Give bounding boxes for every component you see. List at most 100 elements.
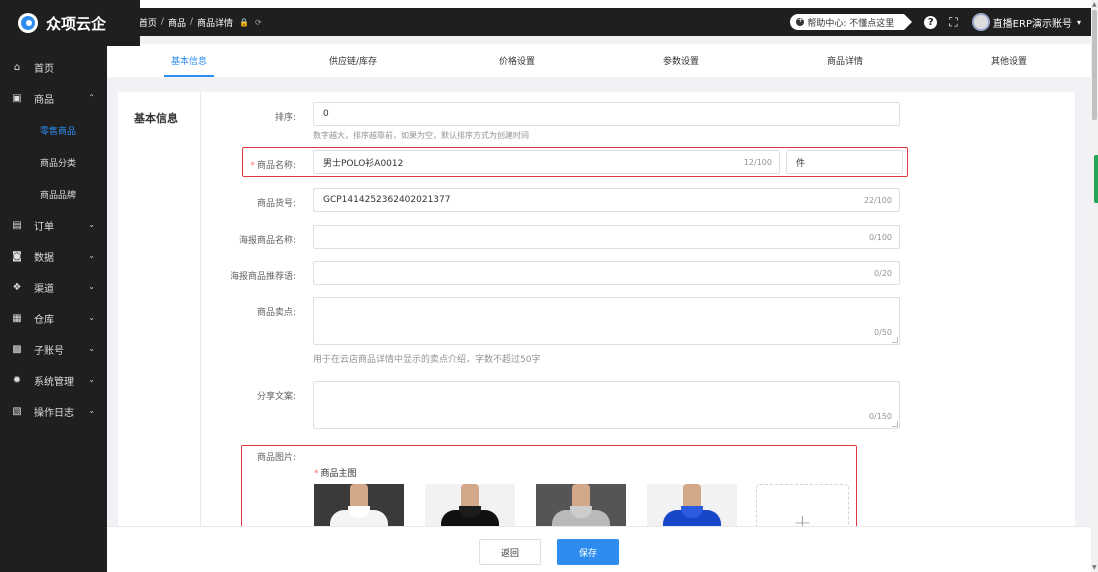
selling-point-hint: 用于在云店商品详情中显示的卖点介绍，字数不超过50字 (313, 355, 541, 365)
chevron-down-icon: ⌄ (88, 375, 95, 384)
save-button[interactable]: 保存 (557, 539, 619, 565)
scroll-thumb[interactable] (1092, 10, 1097, 120)
chevron-down-icon: ⌄ (88, 406, 95, 415)
poster-slogan-count: 0/20 (874, 269, 892, 278)
subaccount-icon: ▩ (12, 344, 22, 355)
share-text-label: 分享文案: (256, 392, 296, 402)
selling-point-label: 商品卖点: (256, 308, 296, 318)
selling-point-textarea[interactable]: 0/50 (313, 297, 900, 345)
question-icon[interactable]: ? (924, 15, 938, 29)
breadcrumb-goods[interactable]: 商品 (168, 16, 186, 29)
selling-point-row: 商品卖点: 0/50 用于在云店商品详情中显示的卖点介绍，字数不超过50字 (201, 297, 901, 367)
form-card: 基本信息 排序: 0 数字越大，排序越靠前，如果为空，默认排序方式为创建时间 *… (118, 92, 1075, 562)
tab-1[interactable]: 供应链/库存 (271, 44, 435, 77)
fullscreen-icon[interactable]: ⛶ (949, 15, 957, 30)
poster-name-label: 海报商品名称: (238, 236, 296, 246)
sidebar-item-3[interactable]: ◙ 数据 ⌄ (0, 241, 107, 272)
sku-row: 商品货号: GCP1414252362402021377 22/100 (201, 188, 901, 212)
poster-name-count: 0/100 (868, 233, 892, 242)
sort-value: 0 (323, 109, 329, 119)
sku-input[interactable]: GCP1414252362402021377 22/100 (313, 188, 900, 212)
caret-down-icon[interactable]: ▾ (1077, 18, 1081, 27)
tab-4[interactable]: 商品详情 (763, 44, 927, 77)
sidebar-subitem-2[interactable]: 商品品牌 (0, 178, 107, 210)
breadcrumb-separator: / (189, 17, 193, 27)
poster-slogan-row: 海报商品推荐语: 0/20 (201, 261, 901, 285)
sidebar-subitem-1[interactable]: 商品分类 (0, 146, 107, 178)
share-text-row: 分享文案: 0/150 (201, 381, 901, 429)
chevron-down-icon: ⌄ (88, 282, 95, 291)
poster-name-input[interactable]: 0/100 (313, 225, 900, 249)
sort-input[interactable]: 0 (313, 102, 900, 126)
refresh-icon[interactable]: ⟳ (255, 18, 262, 27)
brand-name: 众项云企 (46, 14, 107, 33)
footer-bar: 返回 保存 (107, 526, 1091, 572)
sidebar-item-label: 子账号 (34, 346, 64, 357)
data-icon: ◙ (12, 251, 22, 262)
sidebar-item-1[interactable]: ▣ 商品 ⌃ (0, 83, 107, 114)
tab-2[interactable]: 价格设置 (435, 44, 599, 77)
sidebar-item-7[interactable]: ✹ 系统管理 ⌄ (0, 365, 107, 396)
sort-row: 排序: 0 数字越大，排序越靠前，如果为空，默认排序方式为创建时间 (201, 102, 901, 142)
brand-logo-icon (18, 13, 38, 33)
sidebar-item-label: 订单 (34, 222, 54, 233)
sidebar-item-6[interactable]: ▩ 子账号 ⌄ (0, 334, 107, 365)
side-widget-tab[interactable] (1094, 155, 1098, 203)
share-text-textarea[interactable]: 0/150 (313, 381, 900, 429)
back-button[interactable]: 返回 (479, 539, 541, 565)
log-icon: ▧ (12, 406, 22, 417)
sku-count: 22/100 (863, 196, 892, 205)
help-icon (796, 15, 805, 26)
tab-3[interactable]: 参数设置 (599, 44, 763, 77)
sidebar-item-label: 渠道 (34, 284, 54, 295)
sidebar-item-label: 数据 (34, 253, 54, 264)
sidebar-item-label: 仓库 (34, 315, 54, 326)
scroll-down-icon[interactable]: ▼ (1092, 564, 1097, 571)
sidebar-item-8[interactable]: ▧ 操作日志 ⌄ (0, 396, 107, 427)
sidebar-item-2[interactable]: ▤ 订单 ⌄ (0, 210, 107, 241)
home-icon: ⌂ (13, 62, 21, 73)
tab-0[interactable]: 基本信息 (107, 44, 271, 77)
goods-icon: ▣ (12, 93, 22, 104)
sku-label: 商品货号: (256, 199, 296, 209)
order-icon: ▤ (12, 220, 22, 231)
avatar[interactable] (971, 13, 990, 31)
channel-icon: ❖ (12, 282, 22, 293)
sidebar-nav: ⌂ 首页 ▣ 商品 ⌃ 零售商品 商品分类 商品品牌 ▤ 订单 ⌄ ◙ 数据 ⌄ ❖ 渠道 ⌄ ▦ 仓库 ⌄ ▩ 子账号 ⌄… (0, 52, 107, 427)
chevron-down-icon: ⌄ (88, 220, 95, 229)
chevron-down-icon: ⌄ (88, 251, 95, 260)
sort-label: 排序: (274, 113, 296, 123)
sort-hint: 数字越大，排序越靠前，如果为空，默认排序方式为创建时间 (313, 131, 529, 140)
share-text-count: 0/150 (868, 412, 892, 421)
settings-icon: ✹ (12, 375, 22, 386)
sidebar-item-5[interactable]: ▦ 仓库 ⌄ (0, 303, 107, 334)
breadcrumb-separator: / (160, 17, 164, 27)
resize-handle-icon[interactable] (892, 421, 898, 427)
warehouse-icon: ▦ (12, 313, 22, 324)
help-center-text: 帮助中心: 不懂点这里 (807, 18, 895, 29)
poster-name-row: 海报商品名称: 0/100 (201, 225, 901, 249)
sidebar-item-0[interactable]: ⌂ 首页 (0, 52, 107, 83)
selling-point-count: 0/50 (874, 328, 892, 337)
poster-slogan-label: 海报商品推荐语: (229, 272, 296, 282)
brand[interactable]: 众项云企 (0, 0, 140, 46)
chevron-down-icon: ⌄ (88, 344, 95, 353)
poster-slogan-input[interactable]: 0/20 (313, 261, 900, 285)
sidebar-subitem-0[interactable]: 零售商品 (0, 114, 107, 146)
breadcrumb-current: 商品详情 (197, 18, 234, 29)
main-content: 基本信息 供应链/库存 价格设置 参数设置 商品详情 其他设置 基本信息 排序: 0 数字… (107, 36, 1091, 572)
page-scrollbar[interactable]: ▲ ▼ (1091, 0, 1098, 572)
sidebar-item-4[interactable]: ❖ 渠道 ⌄ (0, 272, 107, 303)
chevron-down-icon: ⌄ (88, 313, 95, 322)
account-name[interactable]: 直播ERP演示账号 (993, 15, 1072, 30)
breadcrumb-home[interactable]: 首页 (139, 16, 157, 29)
sidebar: ⌂ 首页 ▣ 商品 ⌃ 零售商品 商品分类 商品品牌 ▤ 订单 ⌄ ◙ 数据 ⌄ ❖ 渠道 ⌄ ▦ 仓库 ⌄ ▩ 子账号 ⌄… (0, 0, 107, 572)
section-title: 基本信息 (134, 112, 178, 125)
scroll-up-icon[interactable]: ▲ (1092, 1, 1097, 8)
help-center-link[interactable]: 帮助中心: 不懂点这里 (790, 14, 913, 30)
resize-handle-icon[interactable] (892, 337, 898, 343)
sidebar-item-label: 首页 (34, 64, 54, 75)
tab-5[interactable]: 其他设置 (927, 44, 1091, 77)
lock-icon[interactable]: 🔒 (239, 18, 249, 27)
sidebar-item-label: 操作日志 (34, 408, 74, 419)
